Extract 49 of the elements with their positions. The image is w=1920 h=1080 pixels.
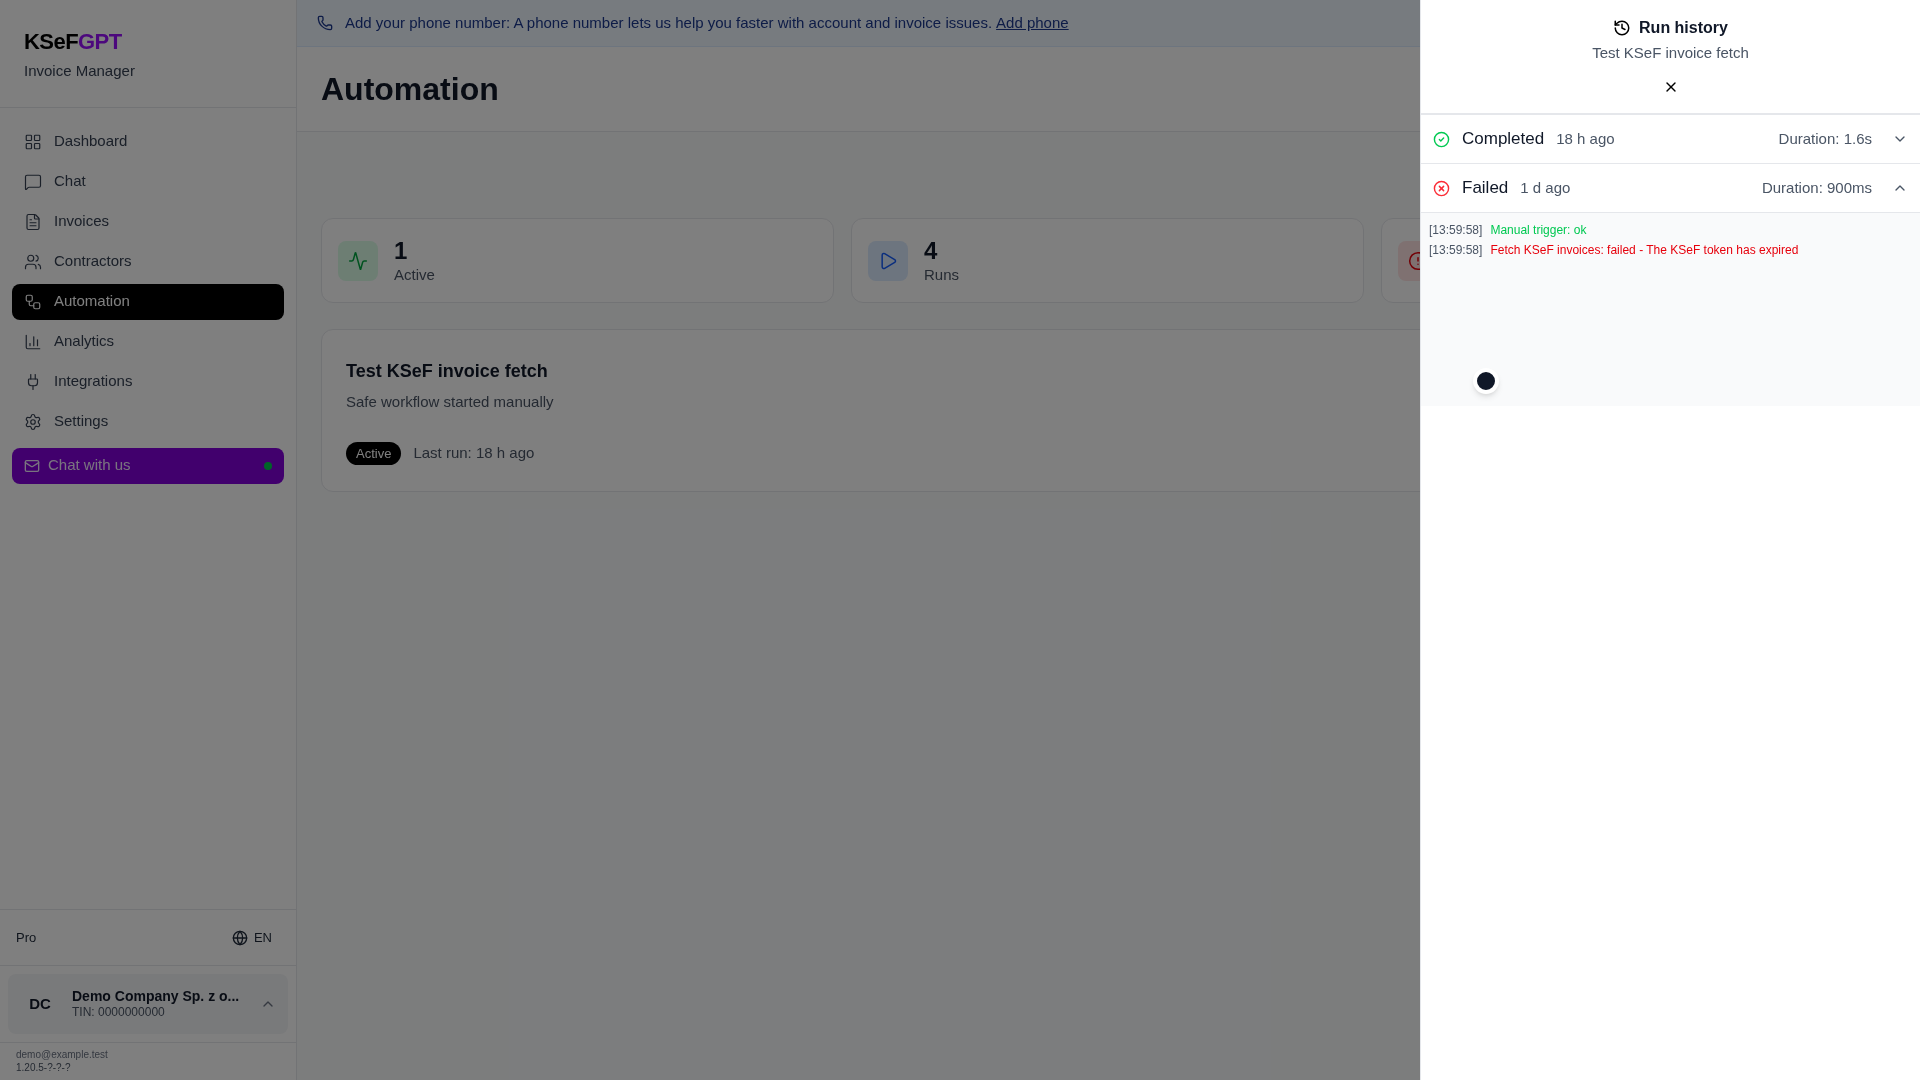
stat-value: 1 bbox=[394, 236, 409, 267]
company-switcher[interactable]: DC Demo Company Sp. z o... TIN: 0000000000 bbox=[8, 974, 288, 1034]
history-icon bbox=[1613, 19, 1632, 37]
phone-icon bbox=[317, 15, 333, 31]
nav-item[interactable]: Automation bbox=[12, 283, 284, 320]
nav-item[interactable]: Chat bbox=[12, 163, 284, 200]
users-icon bbox=[24, 252, 42, 271]
status-badge: Active bbox=[346, 441, 402, 465]
nav-item[interactable]: Invoices bbox=[12, 203, 284, 240]
globe-icon bbox=[231, 929, 248, 946]
workflow-description: Safe workflow started manually bbox=[346, 392, 555, 412]
add-phone-link[interactable]: Add phone bbox=[996, 11, 1069, 35]
chat-with-us-button[interactable]: Chat with us bbox=[12, 447, 284, 484]
log-line: [13:59:58] Manual trigger: ok bbox=[1429, 222, 1588, 239]
document-icon bbox=[24, 212, 42, 231]
app-logo: KSeFGPT bbox=[24, 28, 123, 56]
stat-value: 4 bbox=[924, 236, 939, 267]
stat-label: Runs bbox=[924, 266, 960, 285]
panel-title: Run history bbox=[1639, 18, 1728, 38]
company-name: Demo Company Sp. z o... bbox=[72, 987, 241, 1006]
panel-subtitle: Test KSeF invoice fetch bbox=[1592, 43, 1749, 63]
plan-label: Pro bbox=[16, 928, 37, 947]
run-row[interactable]: Completed 18 h ago Duration: 1.6s bbox=[1421, 115, 1920, 164]
workflow-icon bbox=[24, 292, 42, 311]
app-subtitle: Invoice Manager bbox=[24, 61, 136, 81]
workflow-title: Test KSeF invoice fetch bbox=[346, 360, 549, 383]
language-button[interactable]: EN bbox=[231, 927, 272, 948]
play-icon bbox=[868, 240, 908, 281]
user-email: demo@example.test bbox=[16, 1049, 109, 1062]
nav-item[interactable]: Analytics bbox=[12, 323, 284, 360]
banner-text: Add your phone number: A phone number lets us help you faster with account and invoice issues. bbox=[345, 12, 993, 33]
dashboard-icon bbox=[24, 132, 42, 151]
pulse-icon bbox=[338, 240, 378, 281]
nav-item[interactable]: Dashboard bbox=[12, 123, 284, 160]
bar-chart-icon bbox=[24, 332, 42, 351]
check-circle-icon bbox=[1433, 130, 1450, 148]
stat-label: Active bbox=[394, 266, 435, 285]
nav-item[interactable]: Integrations bbox=[12, 363, 284, 400]
settings-icon bbox=[24, 412, 42, 431]
nav-item[interactable]: Contractors bbox=[12, 243, 284, 280]
mail-icon bbox=[24, 457, 40, 474]
last-run-text: Last run: 18 h ago bbox=[413, 443, 535, 463]
app-version: 1.20.5-?-?-? bbox=[16, 1061, 72, 1074]
chat-bubble-icon bbox=[24, 172, 42, 191]
company-tin: TIN: 0000000000 bbox=[72, 1005, 166, 1021]
page-title: Automation bbox=[321, 70, 499, 109]
nav-item[interactable]: Settings bbox=[12, 403, 284, 440]
x-circle-icon bbox=[1433, 179, 1450, 197]
log-line: [13:59:58] Fetch KSeF invoices: failed - The KSeF token has expired bbox=[1429, 242, 1800, 259]
